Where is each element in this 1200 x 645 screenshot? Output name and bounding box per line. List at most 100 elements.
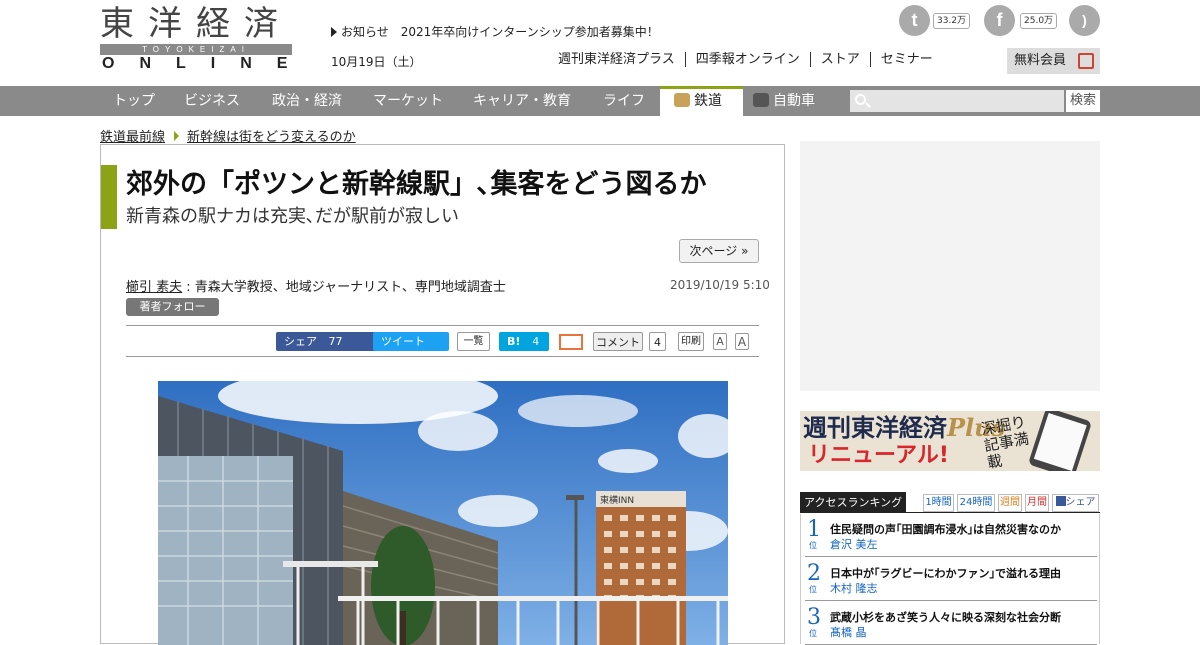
link-seminar[interactable]: セミナー xyxy=(869,52,943,67)
rank-number: 2 xyxy=(807,561,821,586)
breadcrumb: 鉄道最前線 新幹線は街をどう変えるのか xyxy=(100,126,356,145)
nav-railway[interactable]: 鉄道 xyxy=(660,86,743,116)
ranking-item-title[interactable]: 住民疑問の声｢田園調布浸水｣は自然災害なのか xyxy=(830,521,1061,537)
ranking-item-author[interactable]: 倉沢 美左 xyxy=(830,536,878,552)
hotel-sign: 東横INN xyxy=(600,494,634,506)
hatena-bookmark-button[interactable]: B! 4 xyxy=(499,332,549,351)
hatena-count: 4 xyxy=(532,335,540,348)
author-line: 櫛引 素夫 : 青森大学教授、地域ジャーナリスト、専門地域調査士 xyxy=(126,276,506,295)
article: 郊外の「ポツンと新幹線駅」､集客をどう図るか 新青森の駅ナカは充実､だが駅前が寂… xyxy=(100,144,785,645)
search-input[interactable] xyxy=(850,90,1064,112)
car-icon xyxy=(753,93,769,107)
tab-share-label: シェア xyxy=(1065,497,1096,508)
member-label: 無料会員 xyxy=(1014,53,1067,68)
search-button[interactable]: 検索 xyxy=(1066,90,1100,112)
ranking-item[interactable]: 3 位 武蔵小杉をあざ笑う人々に映る深刻な社会分断 髙橋 晶 xyxy=(805,602,1097,645)
notice-arrow-icon xyxy=(331,27,337,37)
follow-label: 著者フォロー xyxy=(139,300,206,313)
article-title: 郊外の「ポツンと新幹線駅」､集客をどう図るか xyxy=(126,169,707,200)
logo-roman: TOYOKEIZAI xyxy=(100,44,292,55)
ranking-item[interactable]: 2 位 日本中が｢ラグビーにわかファン｣で溢れる理由 木村 隆志 xyxy=(805,558,1097,601)
ranking-tabs: アクセスランキング 1時間 24時間 週間 月間 シェア xyxy=(800,492,1100,513)
nav-life[interactable]: ライフ xyxy=(603,86,645,116)
site-logo[interactable]: 東洋経済 TOYOKEIZAI ONLINE xyxy=(100,4,292,72)
nav-railway-label: 鉄道 xyxy=(694,93,722,109)
rank-number: 1 xyxy=(807,517,821,542)
ranking-list: 1 位 住民疑問の声｢田園調布浸水｣は自然災害なのか 倉沢 美左 2 位 日本中… xyxy=(800,514,1100,645)
share-bar: シェア 77 ツイート 一覧 B! 4 コメント 4 印刷 A A xyxy=(126,325,759,357)
nav-market[interactable]: マーケット xyxy=(373,86,443,116)
search-icon xyxy=(855,94,866,105)
advertisement[interactable] xyxy=(800,141,1100,391)
tweet-button[interactable]: ツイート xyxy=(373,332,449,351)
smartphone-image xyxy=(1027,411,1093,471)
tab-24hours[interactable]: 24時間 xyxy=(957,494,995,512)
font-size-small-button[interactable]: A xyxy=(713,333,727,350)
tweet-list-button[interactable]: 一覧 xyxy=(457,332,490,351)
ranking-item-author[interactable]: 髙橋 晶 xyxy=(830,624,867,640)
link-shikiho[interactable]: 四季報オンライン xyxy=(684,52,810,67)
article-photo: 東横INN xyxy=(158,381,728,645)
next-page-button[interactable]: 次ページ » xyxy=(679,239,759,263)
access-ranking: アクセスランキング 1時間 24時間 週間 月間 シェア 1 位 住民疑問の声｢… xyxy=(800,492,1100,645)
title-accent-bar xyxy=(101,165,117,229)
tab-monthly[interactable]: 月間 xyxy=(1025,494,1049,512)
banner-note: 深掘り記事満載 xyxy=(979,412,1031,471)
mail-icon[interactable] xyxy=(559,334,583,350)
logo-online: ONLINE xyxy=(102,55,313,72)
rss-icon[interactable]: ) xyxy=(1069,5,1100,36)
author-description: : 青森大学教授、地域ジャーナリスト、専門地域調査士 xyxy=(182,280,506,295)
author-name[interactable]: 櫛引 素夫 xyxy=(126,280,182,295)
comment-count: 4 xyxy=(649,332,666,351)
banner-renewal: リニューアル! xyxy=(808,443,949,468)
top-links: 週刊東洋経済プラス 四季報オンライン ストア セミナー xyxy=(558,52,943,67)
ranking-item[interactable]: 1 位 住民疑問の声｢田園調布浸水｣は自然災害なのか 倉沢 美左 xyxy=(805,514,1097,557)
article-subtitle: 新青森の駅ナカは充実､だが駅前が寂しい xyxy=(126,206,459,227)
notice-text[interactable]: 2021年卒向けインターンシップ参加者募集中！ xyxy=(401,25,659,39)
notice[interactable]: お知らせ 2021年卒向けインターンシップ参加者募集中！ xyxy=(331,23,659,40)
author-follow-button[interactable]: 著者フォロー xyxy=(126,298,219,316)
ranking-title: アクセスランキング xyxy=(800,492,906,513)
nav-career-education[interactable]: キャリア・教育 xyxy=(473,86,571,116)
comment-button[interactable]: コメント xyxy=(593,332,643,351)
facebook-share-count: 77 xyxy=(328,335,343,348)
nav-politics-economy[interactable]: 政治・経済 xyxy=(272,86,342,116)
nav-business[interactable]: ビジネス xyxy=(184,86,240,116)
gift-icon xyxy=(1078,53,1094,69)
free-member-button[interactable]: 無料会員 xyxy=(1007,48,1100,74)
font-size-large-button[interactable]: A xyxy=(735,333,749,350)
tab-1hour[interactable]: 1時間 xyxy=(923,494,954,512)
notice-label: お知らせ xyxy=(341,25,389,39)
print-button[interactable]: 印刷 xyxy=(678,332,704,351)
link-weekly-plus[interactable]: 週刊東洋経済プラス xyxy=(558,52,685,67)
link-store[interactable]: ストア xyxy=(809,52,870,67)
facebook-icon[interactable]: f xyxy=(984,5,1015,36)
facebook-share-label: シェア xyxy=(284,335,317,348)
logo-kanji: 東洋経済 xyxy=(100,4,292,44)
station-photo-illustration: 東横INN xyxy=(158,381,728,645)
nav-top[interactable]: トップ xyxy=(113,86,155,116)
weekly-plus-banner[interactable]: 週刊東洋経済Plus リニューアル! 深掘り記事満載 xyxy=(800,411,1100,471)
train-icon xyxy=(674,93,690,107)
twitter-follower-count: 33.2万 xyxy=(933,13,971,29)
hatena-label: B! xyxy=(507,335,521,348)
ranking-item-title[interactable]: 武蔵小杉をあざ笑う人々に映る深刻な社会分断 xyxy=(830,609,1061,625)
facebook-follower-count: 25.0万 xyxy=(1020,13,1058,29)
tweet-label: ツイート xyxy=(381,335,425,348)
nav-auto[interactable]: 自動車 xyxy=(753,86,815,116)
banner-title: 週刊東洋経済Plus xyxy=(803,414,1005,442)
rank-number: 3 xyxy=(807,605,821,630)
global-nav: トップ ビジネス 政治・経済 マーケット キャリア・教育 ライフ 鉄道 自動車 … xyxy=(0,86,1200,116)
breadcrumb-topic[interactable]: 新幹線は街をどう変えるのか xyxy=(187,130,356,145)
rank-suffix: 位 xyxy=(809,585,817,594)
breadcrumb-series[interactable]: 鉄道最前線 xyxy=(100,130,165,145)
ranking-item-author[interactable]: 木村 隆志 xyxy=(830,580,878,596)
tab-share[interactable]: シェア xyxy=(1052,494,1099,512)
publish-date: 2019/10/19 5:10 xyxy=(670,278,770,292)
ranking-item-title[interactable]: 日本中が｢ラグビーにわかファン｣で溢れる理由 xyxy=(830,565,1061,581)
nav-auto-label: 自動車 xyxy=(773,93,815,109)
twitter-icon[interactable]: t xyxy=(899,5,930,36)
current-date: 10月19日（土） xyxy=(331,55,422,69)
site-header: 東洋経済 TOYOKEIZAI ONLINE お知らせ 2021年卒向けインターン… xyxy=(0,0,1200,86)
tab-weekly[interactable]: 週間 xyxy=(998,494,1022,512)
